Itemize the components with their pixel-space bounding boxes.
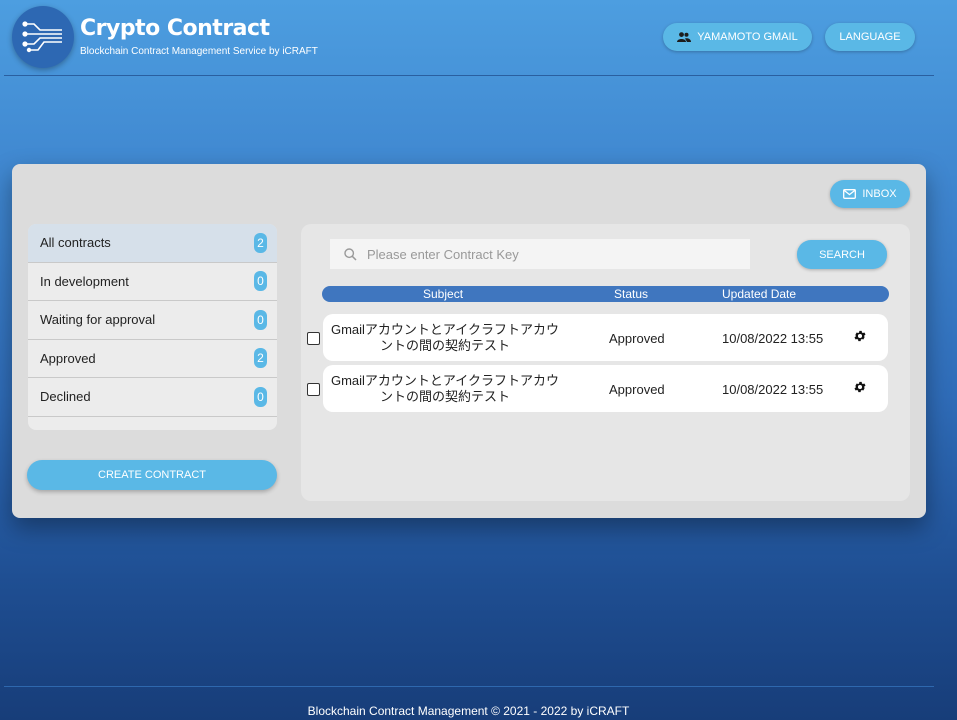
- table-row[interactable]: Gmailアカウントとアイクラフトアカウ ントの間の契約テスト Approved…: [323, 365, 888, 412]
- sidebar-item-in-development[interactable]: In development 0: [28, 263, 277, 301]
- language-button[interactable]: LANGUAGE: [825, 23, 915, 51]
- contract-filter-sidebar: All contracts 2 In development 0 Waiting…: [28, 224, 277, 430]
- search-icon: [344, 247, 357, 261]
- table-row[interactable]: Gmailアカウントとアイクラフトアカウ ントの間の契約テスト Approved…: [323, 314, 888, 361]
- row-select-checkbox[interactable]: [307, 332, 320, 345]
- app-title: Crypto Contract: [80, 16, 270, 41]
- contracts-panel: INBOX All contracts 2 In development 0 W…: [12, 164, 926, 518]
- inbox-button[interactable]: INBOX: [830, 180, 910, 208]
- column-header-status: Status: [614, 287, 649, 301]
- sidebar-item-label: All contracts: [40, 235, 111, 251]
- users-icon: [677, 32, 692, 42]
- search-placeholder: Please enter Contract Key: [367, 246, 519, 262]
- sidebar-item-label: In development: [40, 273, 129, 289]
- count-badge: 2: [254, 232, 267, 253]
- row-subject-line: ントの間の契約テスト: [379, 389, 510, 404]
- footer-divider: [4, 686, 934, 687]
- inbox-label: INBOX: [862, 188, 897, 200]
- mail-icon: [843, 189, 857, 199]
- count-badge: 0: [254, 271, 267, 292]
- contract-key-search-input[interactable]: Please enter Contract Key: [330, 239, 750, 269]
- sidebar-item-declined[interactable]: Declined 0: [28, 378, 277, 417]
- row-subject-line: ントの間の契約テスト: [379, 338, 510, 353]
- contract-list-area: Please enter Contract Key SEARCH Subject…: [301, 224, 910, 501]
- sidebar-item-label: Declined: [40, 389, 91, 405]
- app-subtitle: Blockchain Contract Management Service b…: [80, 46, 318, 57]
- header-divider: [4, 75, 934, 76]
- row-select-checkbox[interactable]: [307, 383, 320, 396]
- row-subject-line: Gmailアカウントとアイクラフトアカウ: [330, 373, 560, 388]
- app-header: Crypto Contract Blockchain Contract Mana…: [0, 0, 957, 76]
- sidebar-item-approved[interactable]: Approved 2: [28, 340, 277, 378]
- gear-icon[interactable]: [853, 380, 867, 394]
- sidebar-item-waiting-for-approval[interactable]: Waiting for approval 0: [28, 301, 277, 340]
- count-badge: 0: [254, 386, 267, 407]
- row-subject: Gmailアカウントとアイクラフトアカウ ントの間の契約テスト: [323, 322, 567, 354]
- footer-copyright: Blockchain Contract Management © 2021 - …: [307, 704, 630, 718]
- count-badge: 0: [254, 309, 267, 330]
- row-updated-date: 10/08/2022 13:55: [722, 331, 824, 346]
- sidebar-item-label: Waiting for approval: [40, 312, 156, 328]
- circuit-logo-icon[interactable]: [12, 6, 74, 68]
- row-subject: Gmailアカウントとアイクラフトアカウ ントの間の契約テスト: [323, 373, 567, 405]
- gear-icon[interactable]: [853, 329, 867, 343]
- row-status: Approved: [609, 331, 665, 346]
- sidebar-item-all-contracts[interactable]: All contracts 2: [28, 224, 277, 263]
- user-account-button[interactable]: YAMAMOTO GMAIL: [663, 23, 812, 51]
- user-account-label: YAMAMOTO GMAIL: [697, 31, 798, 43]
- row-updated-date: 10/08/2022 13:55: [722, 382, 824, 397]
- create-contract-button[interactable]: CREATE CONTRACT: [27, 460, 277, 490]
- column-header-subject: Subject: [423, 287, 464, 301]
- row-status: Approved: [609, 382, 665, 397]
- search-button-label: SEARCH: [819, 248, 865, 261]
- count-badge: 2: [254, 348, 267, 369]
- column-header-updated-date: Updated Date: [722, 287, 797, 301]
- table-header: Subject Status Updated Date: [322, 286, 889, 302]
- language-label: LANGUAGE: [839, 31, 901, 43]
- sidebar-item-label: Approved: [40, 350, 96, 366]
- row-subject-line: Gmailアカウントとアイクラフトアカウ: [330, 322, 560, 337]
- search-button[interactable]: SEARCH: [797, 240, 887, 269]
